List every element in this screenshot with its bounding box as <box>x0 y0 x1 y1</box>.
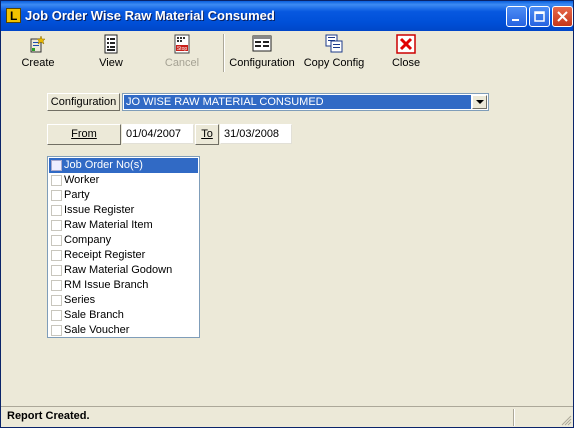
filter-item[interactable]: RM Issue Branch <box>49 278 198 293</box>
from-button-label: From <box>71 128 97 140</box>
checkbox[interactable] <box>51 310 62 321</box>
stop-icon: Stop <box>174 34 190 54</box>
checkbox[interactable] <box>51 250 62 261</box>
filter-item[interactable]: Issue Register <box>49 203 198 218</box>
filter-checklist[interactable]: Job Order No(s) Worker Party Issue Regis… <box>47 156 200 338</box>
filter-item-label: Issue Register <box>64 204 135 216</box>
filter-item[interactable]: Raw Material Godown <box>49 263 198 278</box>
filter-item-label: Job Order No(s) <box>64 159 143 171</box>
filter-item-label: Sale Voucher <box>64 324 130 336</box>
toolbar: Create View Stop Cancel Configuration Co… <box>1 31 573 75</box>
cancel-button[interactable]: Stop Cancel <box>159 33 205 73</box>
checkbox[interactable] <box>51 265 62 276</box>
checkbox[interactable] <box>51 235 62 246</box>
from-date-button[interactable]: From <box>47 124 121 145</box>
checkbox[interactable] <box>51 280 62 291</box>
maximize-button[interactable] <box>529 6 550 27</box>
checkbox[interactable] <box>51 205 62 216</box>
configuration-dropdown-value: JO WISE RAW MATERIAL CONSUMED <box>124 95 471 109</box>
filter-item[interactable]: Party <box>49 188 198 203</box>
filter-item[interactable]: Series <box>49 293 198 308</box>
checkbox[interactable] <box>51 220 62 231</box>
to-date-button[interactable]: To <box>195 124 219 145</box>
configuration-icon <box>252 35 272 52</box>
filter-item-label: Raw Material Godown <box>64 264 173 276</box>
checkbox[interactable] <box>51 325 62 336</box>
close-label: Close <box>391 57 421 69</box>
checkbox[interactable] <box>51 160 62 171</box>
filter-item[interactable]: Worker <box>49 173 198 188</box>
configuration-dropdown[interactable]: JO WISE RAW MATERIAL CONSUMED <box>122 93 489 111</box>
window-title: Job Order Wise Raw Material Consumed <box>25 8 275 23</box>
filter-item-label: Series <box>64 294 96 306</box>
filter-item-label: Company <box>64 234 112 246</box>
close-button[interactable]: Close <box>385 33 427 73</box>
status-text: Report Created. <box>7 410 90 422</box>
status-divider <box>513 409 515 426</box>
copy-config-icon <box>325 34 343 53</box>
app-window: L Job Order Wise Raw Material Consumed C… <box>0 0 574 428</box>
toolbar-separator <box>223 34 225 72</box>
filter-item[interactable]: Job Order No(s) <box>49 158 198 173</box>
filter-item[interactable]: Receipt Register <box>49 248 198 263</box>
minimize-button[interactable] <box>506 6 527 27</box>
view-label: View <box>99 57 123 69</box>
dropdown-arrow-button[interactable] <box>472 95 487 109</box>
view-button[interactable]: View <box>89 33 133 73</box>
app-logo-icon: L <box>6 8 21 23</box>
filter-item[interactable]: Company <box>49 233 198 248</box>
create-button[interactable]: Create <box>15 33 61 73</box>
configuration-field-label: Configuration <box>47 93 120 111</box>
filter-item-label: Party <box>64 189 90 201</box>
filter-item[interactable]: Sale Branch <box>49 308 198 323</box>
create-label: Create <box>21 57 55 69</box>
filter-item-label: Sale Branch <box>64 309 124 321</box>
filter-item[interactable]: Sale Voucher <box>49 323 198 338</box>
chevron-down-icon <box>476 100 484 104</box>
checkbox[interactable] <box>51 295 62 306</box>
from-date-input[interactable]: 01/04/2007 <box>122 124 194 144</box>
filter-item[interactable]: Raw Material Item <box>49 218 198 233</box>
filter-item-label: Raw Material Item <box>64 219 153 231</box>
copy-config-button[interactable]: Copy Config <box>302 33 366 73</box>
checkbox[interactable] <box>51 175 62 186</box>
filter-item-label: RM Issue Branch <box>64 279 149 291</box>
view-icon <box>104 34 118 54</box>
filter-item-label: Receipt Register <box>64 249 146 261</box>
to-date-input[interactable]: 31/03/2008 <box>220 124 292 144</box>
title-bar[interactable]: L Job Order Wise Raw Material Consumed <box>1 1 573 31</box>
filter-item-label: Worker <box>64 174 100 186</box>
resize-grip-icon[interactable] <box>560 414 572 426</box>
to-button-label: To <box>201 128 213 140</box>
status-bar: Report Created. <box>1 406 573 427</box>
svg-text:Stop: Stop <box>177 46 188 52</box>
configuration-button[interactable]: Configuration <box>228 33 296 73</box>
copy-config-label: Copy Config <box>303 57 365 69</box>
checkbox[interactable] <box>51 190 62 201</box>
create-icon <box>30 35 46 53</box>
close-x-icon <box>396 34 416 54</box>
configuration-label: Configuration <box>229 57 295 69</box>
window-close-button[interactable] <box>552 6 573 27</box>
cancel-label: Cancel <box>164 57 200 69</box>
